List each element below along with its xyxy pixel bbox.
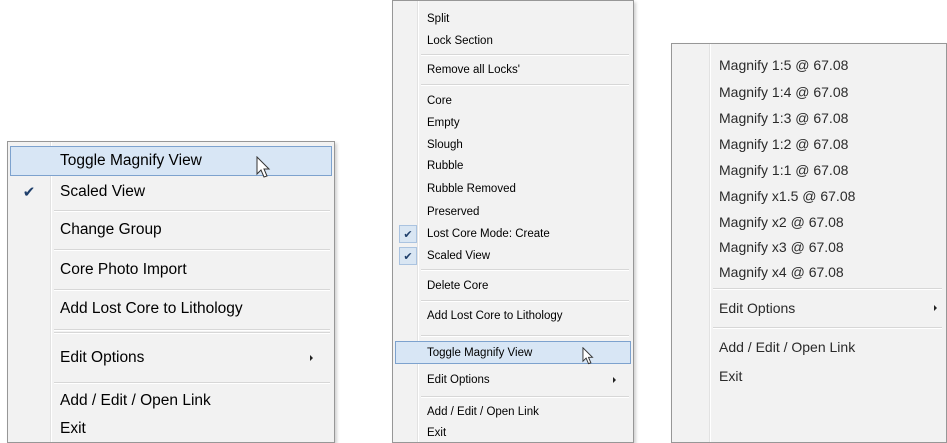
menu-separator (421, 396, 629, 398)
menu-item-label: Magnify 1:3 @ 67.08 (719, 110, 849, 126)
menu-item-label: Scaled View (427, 250, 491, 262)
menu-item-magnify-x3[interactable]: Magnify x3 @ 67.08 (674, 235, 944, 259)
menu-item-label: Add Lost Core to Lithology (60, 300, 243, 317)
menu-item-preserved[interactable]: Preserved (395, 202, 631, 222)
menu-separator (713, 327, 942, 329)
menu-item-label: Lock Section (427, 35, 493, 47)
menu-item-label: Magnify 1:2 @ 67.08 (719, 136, 849, 152)
menu-item-toggle-magnify-view[interactable]: Toggle Magnify View (395, 341, 631, 364)
menu-item-magnify-1-4[interactable]: Magnify 1:4 @ 67.08 (674, 80, 944, 104)
submenu-arrow-icon (934, 305, 937, 311)
menu-item-label: Magnify x3 @ 67.08 (719, 239, 844, 255)
menu-item-label: Delete Core (427, 280, 489, 292)
menu-item-label: Split (427, 13, 450, 25)
menu-item-remove-all-locks[interactable]: Remove all Locks' (395, 59, 631, 81)
menu-item-label: Rubble (427, 160, 464, 172)
menu-separator (713, 288, 942, 290)
menu-item-label: Exit (60, 420, 86, 437)
menu-item-delete-core[interactable]: Delete Core (395, 275, 631, 297)
menu-item-label: Exit (427, 427, 447, 439)
menu-item-label: Toggle Magnify View (60, 152, 202, 169)
checkmark-icon: ✔ (22, 184, 36, 201)
menu-item-scaled-view[interactable]: ✔ Scaled View (10, 177, 332, 207)
menu-item-label: Change Group (60, 220, 162, 238)
menu-item-add-edit-open-link[interactable]: Add / Edit / Open Link (10, 386, 332, 416)
menu-separator (54, 289, 330, 291)
menu-item-label: Scaled View (60, 183, 146, 200)
menu-item-label: Magnify 1:5 @ 67.08 (719, 57, 849, 73)
context-menu-middle: Split Lock Section Remove all Locks' Cor… (392, 0, 634, 443)
menu-separator (421, 269, 629, 271)
menu-separator (54, 210, 330, 212)
menu-item-label: Empty (427, 117, 460, 129)
menu-separator (421, 335, 629, 337)
menu-item-label: Magnify x4 @ 67.08 (719, 264, 844, 280)
menu-item-magnify-x2[interactable]: Magnify x2 @ 67.08 (674, 210, 944, 234)
menu-item-label: Add / Edit / Open Link (60, 392, 211, 409)
submenu-arrow-icon (310, 355, 313, 361)
menu-item-toggle-magnify-view[interactable]: Toggle Magnify View (10, 146, 332, 176)
menu-item-magnify-x4[interactable]: Magnify x4 @ 67.08 (674, 260, 944, 284)
menu-separator (54, 332, 330, 334)
submenu-arrow-icon (613, 377, 616, 383)
context-menu-right: Magnify 1:5 @ 67.08 Magnify 1:4 @ 67.08 … (671, 43, 947, 443)
menu-item-label: Core Photo Import (60, 260, 187, 278)
menu-item-lock-section[interactable]: Lock Section (395, 31, 631, 51)
menu-item-add-lost-core-to-lithology[interactable]: Add Lost Core to Lithology (10, 293, 332, 325)
checkmark-icon: ✔ (399, 247, 417, 265)
mouse-pointer-icon (256, 156, 271, 178)
menu-item-edit-options[interactable]: Edit Options (10, 341, 332, 375)
menu-separator (54, 329, 330, 331)
menu-item-label: Rubble Removed (427, 183, 516, 195)
menu-item-label: Edit Options (60, 349, 145, 366)
menu-item-magnify-1-1[interactable]: Magnify 1:1 @ 67.08 (674, 158, 944, 182)
menu-separator (421, 300, 629, 302)
menu-item-rubble-removed[interactable]: Rubble Removed (395, 179, 631, 199)
menu-item-core[interactable]: Core (395, 91, 631, 111)
menu-item-label: Preserved (427, 206, 480, 218)
menu-separator (421, 54, 629, 56)
menu-item-add-edit-open-link[interactable]: Add / Edit / Open Link (395, 402, 631, 422)
menu-item-label: Magnify x1.5 @ 67.08 (719, 188, 856, 204)
checkmark-icon: ✔ (399, 225, 417, 243)
menu-item-rubble[interactable]: Rubble (395, 156, 631, 176)
menu-separator (54, 382, 330, 384)
menu-separator (421, 84, 629, 86)
menu-item-edit-options[interactable]: Edit Options (674, 294, 944, 322)
menu-item-label: Add / Edit / Open Link (719, 339, 856, 355)
menu-item-label: Add Lost Core to Lithology (427, 310, 563, 322)
menu-item-edit-options[interactable]: Edit Options (395, 369, 631, 391)
menu-item-label: Toggle Magnify View (427, 346, 533, 359)
mouse-pointer-icon (582, 347, 594, 365)
menu-separator (54, 249, 330, 251)
menu-item-label: Core (427, 95, 452, 107)
menu-item-label: Slough (427, 139, 463, 151)
menu-item-empty[interactable]: Empty (395, 113, 631, 133)
menu-item-label: Edit Options (427, 374, 490, 386)
menu-item-label: Magnify x2 @ 67.08 (719, 214, 844, 230)
menu-item-label: Edit Options (719, 300, 796, 316)
menu-item-label: Add / Edit / Open Link (427, 406, 539, 418)
menu-item-label: Magnify 1:4 @ 67.08 (719, 84, 849, 100)
menu-item-split[interactable]: Split (395, 9, 631, 29)
menu-item-label: Lost Core Mode: Create (427, 228, 550, 240)
menu-item-magnify-1-5[interactable]: Magnify 1:5 @ 67.08 (674, 53, 944, 77)
menu-item-label: Remove all Locks' (427, 64, 520, 76)
menu-item-label: Exit (719, 368, 743, 384)
menu-item-label: Magnify 1:1 @ 67.08 (719, 162, 849, 178)
menu-item-lost-core-mode-create[interactable]: ✔ Lost Core Mode: Create (395, 224, 631, 244)
menu-item-scaled-view[interactable]: ✔ Scaled View (395, 246, 631, 266)
menu-item-slough[interactable]: Slough (395, 135, 631, 155)
menu-item-exit[interactable]: Exit (10, 417, 332, 441)
menu-item-magnify-1-3[interactable]: Magnify 1:3 @ 67.08 (674, 106, 944, 130)
menu-item-magnify-x1-5[interactable]: Magnify x1.5 @ 67.08 (674, 184, 944, 208)
menu-item-add-lost-core-to-lithology[interactable]: Add Lost Core to Lithology (395, 305, 631, 327)
menu-item-change-group[interactable]: Change Group (10, 214, 332, 245)
menu-item-exit[interactable]: Exit (395, 423, 631, 443)
menu-item-magnify-1-2[interactable]: Magnify 1:2 @ 67.08 (674, 132, 944, 156)
menu-item-exit[interactable]: Exit (674, 362, 944, 390)
context-menu-left: Toggle Magnify View ✔ Scaled View Change… (7, 141, 335, 443)
menu-item-add-edit-open-link[interactable]: Add / Edit / Open Link (674, 333, 944, 361)
menu-item-core-photo-import[interactable]: Core Photo Import (10, 253, 332, 286)
